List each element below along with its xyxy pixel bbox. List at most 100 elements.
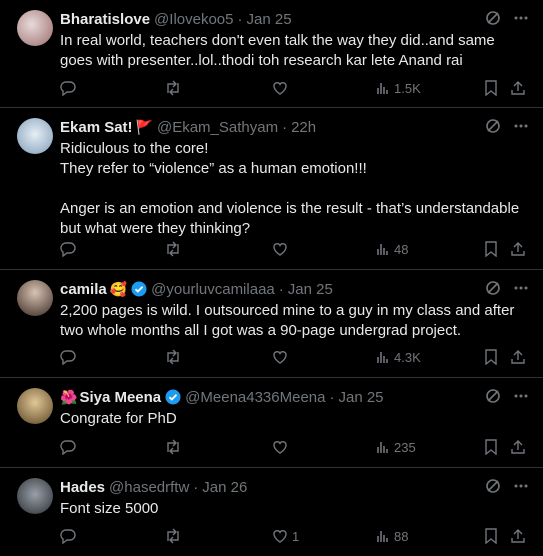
tweet-actions: 4.3K bbox=[60, 346, 529, 368]
like-button[interactable]: 1 bbox=[272, 528, 299, 544]
like-button[interactable] bbox=[272, 349, 292, 365]
display-name[interactable]: Hades bbox=[60, 479, 105, 496]
like-button[interactable] bbox=[272, 439, 292, 455]
tweet[interactable]: Ekam Sat! 🚩 @Ekam_Sathyam · 22h Ridiculo… bbox=[0, 108, 543, 270]
display-name[interactable]: camila bbox=[60, 281, 107, 298]
views-button[interactable]: 1.5K bbox=[376, 81, 421, 96]
repost-button[interactable] bbox=[164, 528, 182, 544]
bookmark-icon bbox=[485, 80, 497, 96]
reply-icon bbox=[60, 242, 76, 257]
repost-icon bbox=[167, 439, 179, 455]
more-options-icon[interactable] bbox=[513, 280, 529, 296]
tweet[interactable]: Bharatislove @Ilovekoo5 · Jan 25 In real… bbox=[0, 0, 543, 108]
view-count: 1.5K bbox=[394, 80, 421, 96]
bookmark-button[interactable] bbox=[484, 349, 498, 365]
heart-icon bbox=[273, 82, 287, 95]
timestamp[interactable]: 22h bbox=[291, 119, 316, 136]
heart-icon bbox=[273, 441, 287, 454]
bookmark-button[interactable] bbox=[484, 528, 498, 544]
repost-button[interactable] bbox=[164, 349, 182, 365]
tweet-header: Ekam Sat! 🚩 @Ekam_Sathyam · 22h bbox=[60, 117, 529, 137]
views-chart-icon bbox=[377, 244, 388, 255]
tweet-actions: 235 bbox=[60, 436, 529, 458]
more-options-icon[interactable] bbox=[513, 10, 529, 26]
share-button[interactable] bbox=[510, 528, 526, 544]
views-chart-icon bbox=[377, 442, 388, 453]
reply-button[interactable] bbox=[60, 241, 76, 257]
grok-icon[interactable] bbox=[485, 10, 501, 26]
tweet-text: Congrate for PhD bbox=[60, 410, 177, 427]
share-icon bbox=[511, 440, 525, 454]
bookmark-icon bbox=[485, 349, 497, 365]
user-handle[interactable]: @Ekam_Sathyam bbox=[157, 119, 278, 136]
bookmark-button[interactable] bbox=[484, 241, 498, 257]
tweet-text: In real world, teachers don't even talk … bbox=[60, 32, 499, 69]
tweet[interactable]: camila 🥰 @yourluvcamilaaa · Jan 25 2,200… bbox=[0, 270, 543, 378]
tweet-header: Bharatislove @Ilovekoo5 · Jan 25 bbox=[60, 9, 529, 29]
tweet-header: 🌺 Siya Meena @Meena4336Meena · Jan 25 bbox=[60, 387, 529, 407]
user-handle[interactable]: @Ilovekoo5 bbox=[154, 11, 233, 28]
heart-icon bbox=[273, 243, 287, 256]
grok-icon[interactable] bbox=[485, 118, 501, 134]
repost-icon bbox=[167, 241, 179, 257]
tweet-actions: 1 88 bbox=[60, 525, 529, 547]
reply-button[interactable] bbox=[60, 528, 76, 544]
views-chart-icon bbox=[377, 83, 388, 94]
share-button[interactable] bbox=[510, 80, 526, 96]
share-button[interactable] bbox=[510, 241, 526, 257]
views-button[interactable]: 48 bbox=[376, 242, 408, 257]
view-count: 88 bbox=[394, 528, 409, 544]
timestamp[interactable]: Jan 25 bbox=[338, 389, 383, 406]
repost-button[interactable] bbox=[164, 241, 182, 257]
timestamp[interactable]: Jan 26 bbox=[202, 479, 247, 496]
tweet-top-actions bbox=[485, 10, 529, 26]
grok-icon[interactable] bbox=[485, 478, 501, 494]
share-button[interactable] bbox=[510, 439, 526, 455]
grok-icon[interactable] bbox=[485, 388, 501, 404]
more-options-icon[interactable] bbox=[513, 388, 529, 404]
share-button[interactable] bbox=[510, 349, 526, 365]
reply-feed: Bharatislove @Ilovekoo5 · Jan 25 In real… bbox=[0, 0, 543, 556]
separator-dot: · bbox=[193, 478, 199, 496]
like-button[interactable] bbox=[272, 241, 292, 257]
tweet-text: Font size 5000 bbox=[60, 500, 159, 517]
view-count: 48 bbox=[394, 241, 409, 257]
tweet-text: Ridiculous to the core! They refer to “v… bbox=[60, 140, 520, 237]
verified-badge-icon bbox=[131, 281, 147, 297]
display-name[interactable]: Siya Meena bbox=[79, 389, 161, 406]
separator-dot: · bbox=[329, 388, 335, 406]
views-button[interactable]: 4.3K bbox=[376, 350, 421, 365]
grok-icon[interactable] bbox=[485, 280, 501, 296]
repost-button[interactable] bbox=[164, 439, 182, 455]
avatar[interactable] bbox=[17, 280, 53, 316]
more-options-icon[interactable] bbox=[513, 118, 529, 134]
more-options-icon[interactable] bbox=[513, 478, 529, 494]
reply-button[interactable] bbox=[60, 349, 76, 365]
bookmark-button[interactable] bbox=[484, 439, 498, 455]
heart-icon bbox=[273, 530, 287, 543]
user-handle[interactable]: @yourluvcamilaaa bbox=[151, 281, 275, 298]
views-button[interactable]: 88 bbox=[376, 529, 408, 544]
share-icon bbox=[511, 242, 525, 256]
reply-button[interactable] bbox=[60, 80, 76, 96]
repost-button[interactable] bbox=[164, 80, 182, 96]
timestamp[interactable]: Jan 25 bbox=[288, 281, 333, 298]
avatar[interactable] bbox=[17, 10, 53, 46]
timestamp[interactable]: Jan 25 bbox=[247, 11, 292, 28]
avatar[interactable] bbox=[17, 478, 53, 514]
reply-button[interactable] bbox=[60, 439, 76, 455]
repost-icon bbox=[167, 80, 179, 96]
display-name[interactable]: Ekam Sat! bbox=[60, 119, 133, 136]
tweet[interactable]: 🌺 Siya Meena @Meena4336Meena · Jan 25 Co… bbox=[0, 378, 543, 468]
avatar[interactable] bbox=[17, 388, 53, 424]
user-handle[interactable]: @hasedrftw bbox=[109, 479, 189, 496]
repost-icon bbox=[167, 349, 179, 365]
user-handle[interactable]: @Meena4336Meena bbox=[185, 389, 325, 406]
display-name[interactable]: Bharatislove bbox=[60, 11, 150, 28]
tweet[interactable]: Hades @hasedrftw · Jan 26 Font size 5000… bbox=[0, 468, 543, 556]
share-icon bbox=[511, 529, 525, 543]
views-button[interactable]: 235 bbox=[376, 440, 416, 455]
bookmark-button[interactable] bbox=[484, 80, 498, 96]
avatar[interactable] bbox=[17, 118, 53, 154]
like-button[interactable] bbox=[272, 80, 292, 96]
